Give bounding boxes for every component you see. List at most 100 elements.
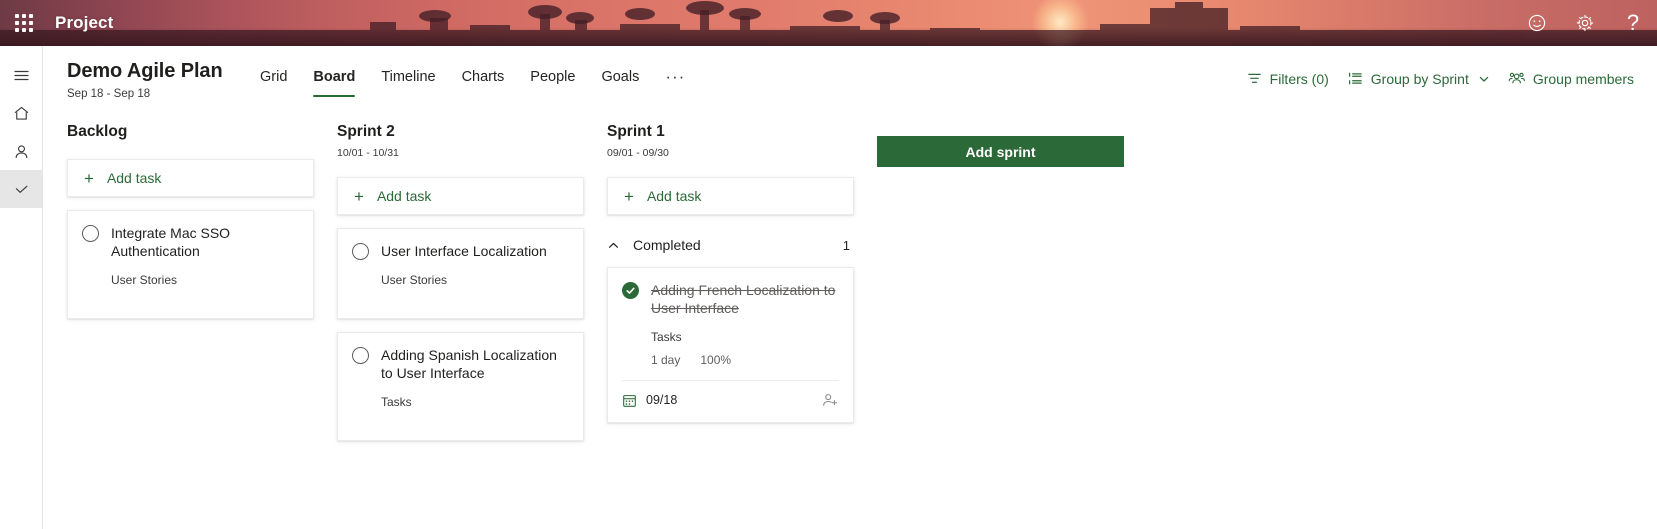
group-by-label: Group by Sprint bbox=[1370, 70, 1469, 87]
filter-icon bbox=[1247, 73, 1261, 83]
app-launcher-button[interactable] bbox=[0, 0, 48, 46]
left-nav-rail bbox=[0, 46, 43, 529]
page-content: Demo Agile Plan Sep 18 - Sep 18 Grid Boa… bbox=[43, 46, 1657, 529]
task-title: User Interface Localization bbox=[381, 243, 547, 259]
task-card-row: Adding French Localization to User Inter… bbox=[622, 281, 839, 317]
column-date-range: 10/01 - 10/31 bbox=[337, 147, 399, 159]
header-actions: Filters (0) Group by Sprint Group member… bbox=[1237, 66, 1643, 91]
task-percent-complete: 100% bbox=[700, 353, 732, 367]
column-date-range: 09/01 - 09/30 bbox=[607, 147, 669, 159]
add-task-label: Add task bbox=[106, 170, 162, 186]
task-bucket: User Stories bbox=[111, 273, 178, 287]
task-card-row: Adding Spanish Localization to User Inte… bbox=[352, 346, 569, 382]
board-column-sprint-2: Sprint 2 10/01 - 10/31 + Add task User I… bbox=[337, 122, 584, 441]
card-spacer bbox=[82, 288, 299, 304]
add-task-button-sprint-1[interactable]: + Add task bbox=[607, 177, 854, 215]
add-sprint-button[interactable]: Add sprint bbox=[877, 136, 1124, 167]
board-column-sprint-1: Sprint 1 09/01 - 09/30 + Add task Comple… bbox=[607, 122, 854, 423]
suite-app-title: Project bbox=[55, 13, 114, 32]
person-icon bbox=[15, 144, 27, 158]
feedback-smiley-icon bbox=[1528, 14, 1546, 32]
task-completed-checkmark-icon[interactable] bbox=[622, 282, 639, 299]
page-header: Demo Agile Plan Sep 18 - Sep 18 Grid Boa… bbox=[43, 46, 1657, 110]
task-due-date-label: 09/18 bbox=[646, 393, 678, 407]
hamburger-icon bbox=[13, 70, 29, 80]
task-complete-circle-icon[interactable] bbox=[352, 347, 369, 364]
card-spacer bbox=[352, 410, 569, 426]
page-date-range: Sep 18 - Sep 18 bbox=[67, 88, 151, 100]
suite-bar: Project ? bbox=[0, 0, 1657, 46]
assign-person-button[interactable] bbox=[822, 392, 839, 408]
tab-charts[interactable]: Charts bbox=[449, 67, 518, 97]
add-task-button-sprint-2[interactable]: + Add task bbox=[337, 177, 584, 215]
task-bucket: Tasks bbox=[381, 395, 412, 409]
card-spacer bbox=[352, 288, 569, 304]
tab-people[interactable]: People bbox=[517, 67, 588, 97]
task-bucket: Tasks bbox=[651, 330, 682, 344]
gear-icon bbox=[1576, 14, 1594, 32]
group-list-icon bbox=[1348, 72, 1362, 85]
task-card-footer: 09/18 bbox=[622, 380, 839, 408]
add-sprint-column: Add sprint bbox=[877, 122, 1124, 167]
view-tabs: Grid Board Timeline Charts People Goals … bbox=[247, 67, 698, 99]
group-members-button[interactable]: Group members bbox=[1499, 66, 1643, 91]
group-label: Completed bbox=[633, 237, 701, 253]
task-duration: 1 day bbox=[651, 353, 681, 367]
add-task-label: Add task bbox=[646, 188, 702, 204]
board: Backlog + Add task Integrate Mac SSO Aut… bbox=[43, 110, 1657, 441]
tab-goals[interactable]: Goals bbox=[588, 67, 652, 97]
sidebar-item-projects[interactable] bbox=[0, 170, 43, 208]
task-card[interactable]: Integrate Mac SSO Authentication User St… bbox=[67, 210, 314, 319]
sidebar-item-menu[interactable] bbox=[0, 56, 43, 94]
task-meta: 1 day 100% bbox=[651, 353, 839, 367]
checkmark-icon bbox=[15, 185, 27, 193]
filters-button[interactable]: Filters (0) bbox=[1237, 66, 1338, 91]
board-column-backlog: Backlog + Add task Integrate Mac SSO Aut… bbox=[67, 122, 314, 319]
plus-icon: + bbox=[84, 168, 94, 188]
task-complete-circle-icon[interactable] bbox=[82, 225, 99, 242]
column-header: Sprint 1 09/01 - 09/30 bbox=[607, 122, 854, 160]
suite-actions: ? bbox=[1513, 0, 1657, 46]
settings-button[interactable] bbox=[1561, 0, 1609, 46]
tab-timeline[interactable]: Timeline bbox=[368, 67, 448, 97]
sidebar-item-my-tasks[interactable] bbox=[0, 132, 43, 170]
group-by-button[interactable]: Group by Sprint bbox=[1338, 66, 1499, 91]
page-title: Demo Agile Plan bbox=[67, 60, 223, 82]
task-complete-circle-icon[interactable] bbox=[352, 243, 369, 260]
chevron-down-icon bbox=[1479, 76, 1489, 82]
task-due-date[interactable]: 09/18 bbox=[622, 393, 677, 408]
column-header: Backlog bbox=[67, 122, 314, 142]
sidebar-item-home[interactable] bbox=[0, 94, 43, 132]
group-members-label: Group members bbox=[1532, 70, 1634, 87]
task-bucket: User Stories bbox=[381, 273, 448, 287]
group-header-completed[interactable]: Completed 1 bbox=[607, 236, 854, 254]
question-mark-icon: ? bbox=[1626, 10, 1640, 35]
task-title: Adding Spanish Localization to User Inte… bbox=[381, 347, 557, 381]
calendar-icon bbox=[623, 394, 636, 407]
chevron-up-icon bbox=[607, 239, 620, 252]
feedback-button[interactable] bbox=[1513, 0, 1561, 46]
tab-grid[interactable]: Grid bbox=[247, 67, 300, 97]
task-title: Adding French Localization to User Inter… bbox=[651, 282, 836, 316]
title-block: Demo Agile Plan Sep 18 - Sep 18 bbox=[67, 59, 223, 101]
add-task-button-backlog[interactable]: + Add task bbox=[67, 159, 314, 197]
column-title: Backlog bbox=[67, 123, 128, 140]
column-title: Sprint 2 bbox=[337, 123, 395, 140]
help-button[interactable]: ? bbox=[1609, 0, 1657, 46]
add-person-icon bbox=[823, 394, 838, 406]
plus-icon: + bbox=[354, 186, 364, 206]
task-card-row: Integrate Mac SSO Authentication bbox=[82, 224, 299, 260]
task-card[interactable]: User Interface Localization User Stories bbox=[337, 228, 584, 319]
column-header: Sprint 2 10/01 - 10/31 bbox=[337, 122, 584, 160]
group-count: 1 bbox=[842, 237, 850, 253]
column-title: Sprint 1 bbox=[607, 123, 665, 140]
task-card-completed[interactable]: Adding French Localization to User Inter… bbox=[607, 267, 854, 423]
home-icon bbox=[14, 106, 28, 120]
task-card-row: User Interface Localization bbox=[352, 242, 569, 260]
tab-board[interactable]: Board bbox=[300, 67, 368, 97]
people-icon bbox=[1508, 72, 1525, 84]
filters-label: Filters (0) bbox=[1269, 70, 1329, 87]
plus-icon: + bbox=[624, 186, 634, 206]
task-card[interactable]: Adding Spanish Localization to User Inte… bbox=[337, 332, 584, 441]
more-tabs-button[interactable]: ··· bbox=[652, 67, 698, 99]
